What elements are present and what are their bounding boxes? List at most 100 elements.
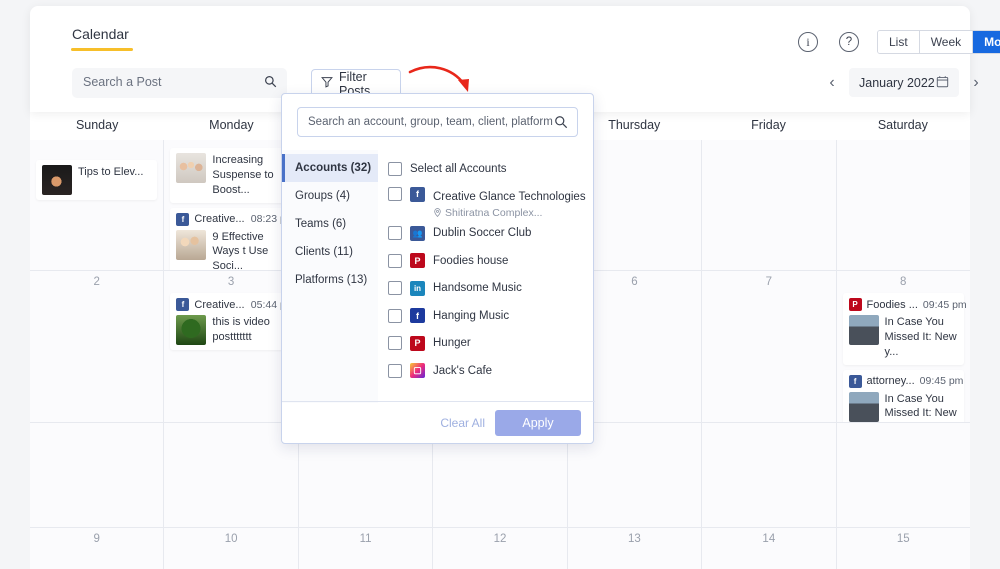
search-post-input[interactable]: Search a Post [72,68,287,98]
view-option-month[interactable]: Month [973,31,1000,53]
filter-icon [321,76,333,91]
clear-all-button[interactable]: Clear All [440,416,485,430]
weekday-saturday: Saturday [877,118,928,132]
day-number: 11 [359,533,372,545]
item-label: Foodies house [433,254,509,267]
item-label: Hunger [433,337,471,350]
prev-month-button[interactable]: ‹ [823,70,841,96]
item-label: Handsome Music [433,282,522,295]
day-cell[interactable]: 9 [30,528,165,569]
filter-list-item[interactable]: P Foodies house [388,247,595,275]
day-number: 10 [224,533,238,545]
filter-tab-platforms[interactable]: Platforms (13) [282,266,378,294]
post-thumbnail [176,153,207,183]
item-sublabel: Shitiratna Complex... [445,206,543,219]
item-checkbox[interactable] [388,336,402,351]
page-title-underline [71,48,133,51]
day-cell[interactable]: 11 [298,528,434,569]
pinterest-icon: P [410,335,425,351]
post-header: f Creative... 05:44 p [176,298,286,311]
search-icon [554,115,568,134]
day-cell[interactable]: 10 [164,528,299,569]
linkedin-icon: in [410,280,425,296]
day-cell[interactable]: 12 [433,528,568,569]
day-cell[interactable]: 3 f Creative... 05:44 p this is video po… [164,271,299,422]
day-cell[interactable] [30,423,165,527]
day-number: 13 [628,533,641,545]
select-all-row[interactable]: Select all Accounts [388,155,595,183]
post-card[interactable]: Increasing Suspense to Boost... [170,148,292,203]
info-icon[interactable]: i [798,32,818,52]
post-card[interactable]: f attorney... 09:45 pm In Case You Misse… [842,369,964,422]
filter-tab-clients[interactable]: Clients (11) [282,238,378,266]
post-text: Tips to Elev... [78,166,144,178]
filter-tab-groups[interactable]: Groups (4) [282,182,378,210]
facebook-icon: f [410,308,425,324]
filter-category-tabs: Accounts (32) Groups (4) Teams (6) Clien… [282,150,378,403]
day-cell[interactable] [164,423,299,527]
filter-list-item[interactable]: ▢ Jack's Cafe [388,357,595,385]
help-icon[interactable]: ? [839,32,859,52]
filter-list-item[interactable]: P Hunger [388,330,595,358]
calendar-week-row: 9 10 11 12 13 14 15 [30,527,970,569]
filter-list-item[interactable]: in Handsome Music [388,275,595,303]
item-checkbox[interactable] [388,308,402,323]
post-card[interactable]: f Creative... 08:23 p 9 Effective Ways t… [170,207,292,270]
post-text: Increasing Suspense to Boost... [212,154,274,196]
day-cell[interactable] [702,140,837,270]
filter-body: Accounts (32) Groups (4) Teams (6) Clien… [282,150,595,403]
day-cell[interactable] [836,140,970,270]
item-checkbox[interactable] [388,281,402,296]
filter-search-input[interactable]: Search an account, group, team, client, … [297,107,578,137]
day-cell[interactable]: 14 [702,528,837,569]
filter-footer: Clear All Apply [282,401,595,443]
item-label: Hanging Music [433,309,510,322]
item-sublabel-row: Shitiratna Complex... [433,207,586,219]
weekday-friday: Friday [751,118,786,132]
view-option-week[interactable]: Week [919,31,974,53]
facebook-group-icon: 👥 [410,225,425,241]
item-checkbox[interactable] [388,226,402,241]
post-card[interactable]: P Foodies ... 09:45 pm In Case You Misse… [842,293,967,365]
weekday-monday: Monday [209,118,254,132]
day-number: 12 [493,533,507,545]
day-cell[interactable] [702,423,837,527]
item-checkbox[interactable] [388,363,402,378]
day-cell[interactable]: Increasing Suspense to Boost... f Creati… [164,140,299,270]
day-cell[interactable] [836,423,970,527]
day-cell[interactable]: 7 [702,271,837,422]
filter-tab-teams[interactable]: Teams (6) [282,210,378,238]
post-text: In Case You Missed It: New y... [884,392,957,420]
post-account: Creative... [194,213,245,226]
post-time: 09:45 pm [922,298,967,311]
post-card[interactable]: f Creative... 05:44 p this is video post… [170,293,292,350]
month-picker[interactable]: January 2022 [849,68,959,97]
post-body: this is video posttttttt [176,315,285,345]
day-cell[interactable]: 15 [836,528,970,569]
facebook-icon: f [848,374,862,388]
item-text-wrap: Creative Glance Technologies Shitiratna … [433,187,586,219]
filter-account-list: Select all Accounts f Creative Glance Te… [378,150,595,403]
day-cell[interactable]: 8 P Foodies ... 09:45 pm In Case You Mis… [836,271,970,422]
day-cell[interactable]: 2 [30,271,165,422]
filter-tab-accounts[interactable]: Accounts (32) [282,154,378,182]
post-thumbnail [42,165,72,195]
select-all-checkbox[interactable] [388,161,402,176]
day-cell[interactable]: 13 [567,528,703,569]
post-card[interactable]: Tips to Elev... [36,160,158,200]
filter-list-item[interactable]: f Creative Glance Technologies Shitiratn… [388,183,595,220]
day-number: 7 [765,276,773,288]
next-month-button[interactable]: › [967,70,985,96]
filter-list-item[interactable]: 👥 Dublin Soccer Club [388,220,595,248]
view-option-list[interactable]: List [878,31,920,53]
filter-list-item[interactable]: f Hanging Music [388,302,595,330]
day-cell[interactable]: Tips to Elev... [30,140,165,270]
item-label: Creative Glance Technologies [433,190,586,203]
page-title: Calendar [72,26,129,42]
post-body: Tips to Elev... [42,165,151,195]
item-checkbox[interactable] [388,186,402,201]
day-number: 15 [896,533,910,545]
item-checkbox[interactable] [388,253,402,268]
apply-button[interactable]: Apply [495,409,581,436]
day-number: 9 [93,533,100,545]
